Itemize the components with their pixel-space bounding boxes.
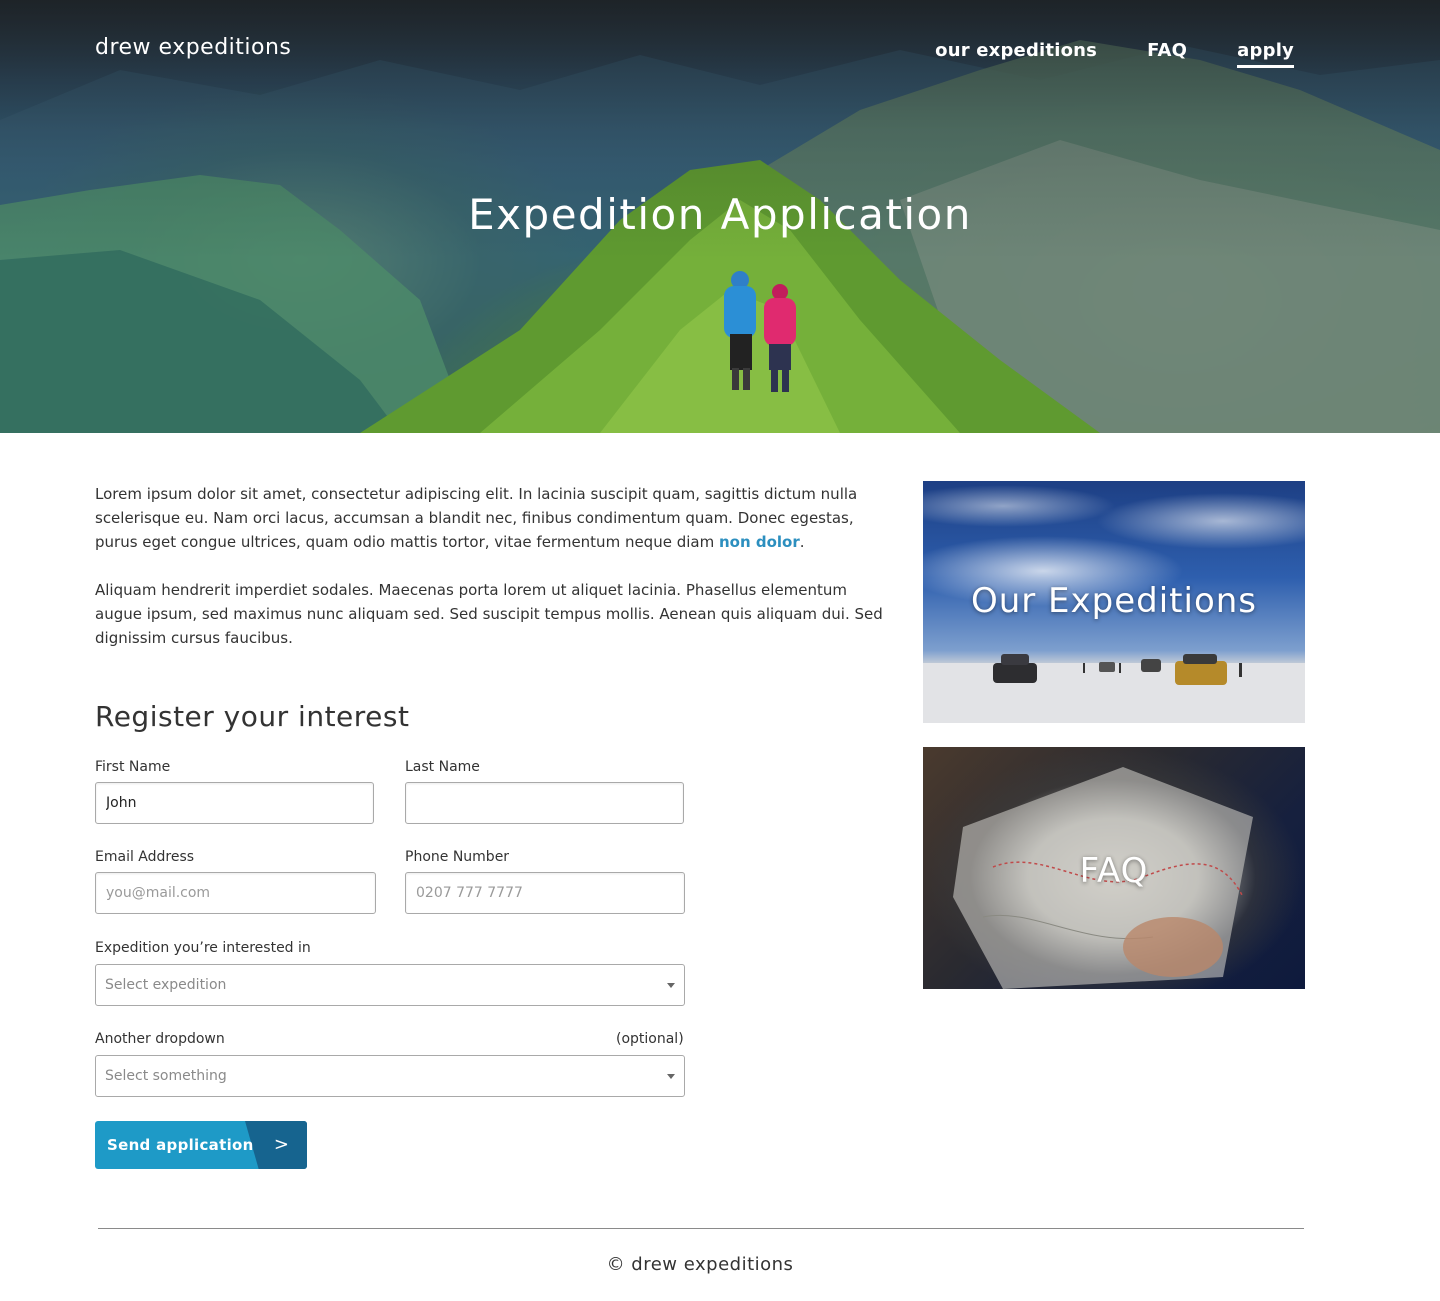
send-application-label: Send application (107, 1136, 254, 1154)
brand-logo[interactable]: drew expeditions (95, 35, 291, 60)
send-application-button[interactable]: Send application > (95, 1121, 307, 1169)
chevron-right-icon: > (273, 1134, 289, 1155)
main-nav: our expeditions FAQ apply (935, 40, 1294, 68)
page-title: Expedition Application (468, 190, 972, 239)
inline-link[interactable]: non dolor (719, 533, 800, 551)
first-name-input[interactable] (95, 782, 374, 824)
form-title: Register your interest (95, 700, 410, 733)
email-label: Email Address (95, 849, 195, 865)
nav-our-expeditions[interactable]: our expeditions (935, 40, 1097, 68)
hikers-illustration (724, 271, 796, 392)
caret-down-icon (667, 983, 675, 988)
another-select[interactable]: Select something (95, 1055, 685, 1097)
another-dropdown-label: Another dropdown (95, 1031, 225, 1047)
phone-input[interactable] (405, 872, 685, 914)
our-expeditions-card-title: Our Expeditions (970, 581, 1258, 621)
expedition-label: Expedition you’re interested in (95, 940, 311, 956)
intro-paragraph-1: Lorem ipsum dolor sit amet, consectetur … (95, 482, 885, 554)
email-input[interactable] (95, 872, 376, 914)
phone-label: Phone Number (405, 849, 510, 865)
another-select-value: Select something (105, 1068, 227, 1084)
footer-divider (98, 1228, 1304, 1229)
footer-copyright: © drew expeditions (606, 1254, 794, 1275)
faq-card-title: FAQ (1079, 851, 1149, 891)
caret-down-icon (667, 1074, 675, 1079)
nav-apply[interactable]: apply (1237, 40, 1294, 68)
expedition-select-value: Select expedition (105, 977, 227, 993)
faq-card[interactable]: FAQ (923, 747, 1305, 989)
our-expeditions-card[interactable]: Our Expeditions (923, 481, 1305, 723)
first-name-label: First Name (95, 759, 171, 775)
last-name-label: Last Name (405, 759, 480, 775)
optional-hint: (optional) (616, 1031, 684, 1047)
last-name-input[interactable] (405, 782, 684, 824)
expedition-select[interactable]: Select expedition (95, 964, 685, 1006)
nav-faq[interactable]: FAQ (1147, 40, 1187, 68)
intro-paragraph-2: Aliquam hendrerit imperdiet sodales. Mae… (95, 581, 883, 647)
intro-text: Lorem ipsum dolor sit amet, consectetur … (95, 482, 885, 650)
intro-paragraph-1-end: . (799, 533, 805, 551)
hero-banner: drew expeditions our expeditions FAQ app… (0, 0, 1440, 433)
